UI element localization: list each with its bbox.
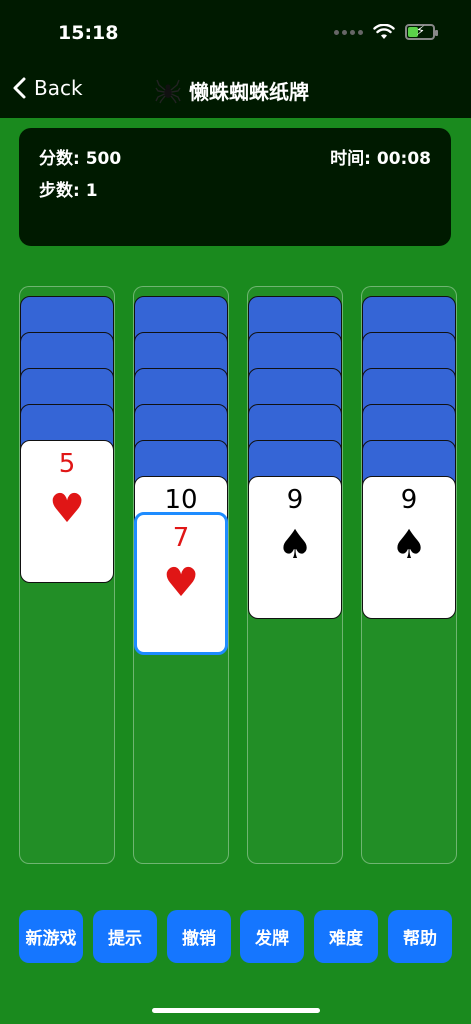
chevron-left-icon <box>13 77 26 99</box>
battery-icon: ⚡ <box>405 24 438 40</box>
difficulty-button[interactable]: 难度 <box>314 910 378 963</box>
card-rank: 5 <box>58 449 76 479</box>
spider-icon <box>155 79 181 103</box>
card-rank: 7 <box>172 523 190 553</box>
new-game-button[interactable]: 新游戏 <box>19 910 83 963</box>
spade-icon: ♠ <box>277 522 313 568</box>
wifi-icon <box>373 24 395 39</box>
time-label: 时间: 00:08 <box>330 149 431 169</box>
face-up-card[interactable]: 5 ♥ <box>20 440 114 583</box>
selected-card[interactable]: 7 ♥ <box>134 512 228 655</box>
status-icons: ⚡ <box>334 24 438 40</box>
card-rank: 9 <box>286 485 304 515</box>
back-label: Back <box>34 76 83 100</box>
hint-button[interactable]: 提示 <box>93 910 157 963</box>
spade-icon: ♠ <box>391 522 427 568</box>
heart-icon: ♥ <box>49 486 85 532</box>
score-label: 分数: 500 <box>39 149 122 169</box>
signal-icon <box>334 29 363 35</box>
page-title: 懒蛛蜘蛛纸牌 <box>189 80 309 104</box>
undo-button[interactable]: 撤销 <box>167 910 231 963</box>
deal-button[interactable]: 发牌 <box>240 910 304 963</box>
face-up-card[interactable]: 9 ♠ <box>362 476 456 619</box>
top-bar: 15:18 ⚡ Back 懒蛛蜘蛛纸牌 <box>0 0 471 118</box>
card-rank: 9 <box>400 485 418 515</box>
card-rank: 10 <box>164 485 198 515</box>
help-button[interactable]: 帮助 <box>388 910 452 963</box>
steps-label: 步数: 1 <box>39 181 98 201</box>
home-indicator <box>152 1008 320 1013</box>
score-panel: 分数: 500 步数: 1 时间: 00:08 <box>19 128 451 246</box>
face-up-card[interactable]: 9 ♠ <box>248 476 342 619</box>
title-area: 懒蛛蜘蛛纸牌 <box>155 76 309 105</box>
status-time: 15:18 <box>58 22 119 44</box>
heart-icon: ♥ <box>163 560 199 606</box>
back-button[interactable]: Back <box>10 76 83 100</box>
